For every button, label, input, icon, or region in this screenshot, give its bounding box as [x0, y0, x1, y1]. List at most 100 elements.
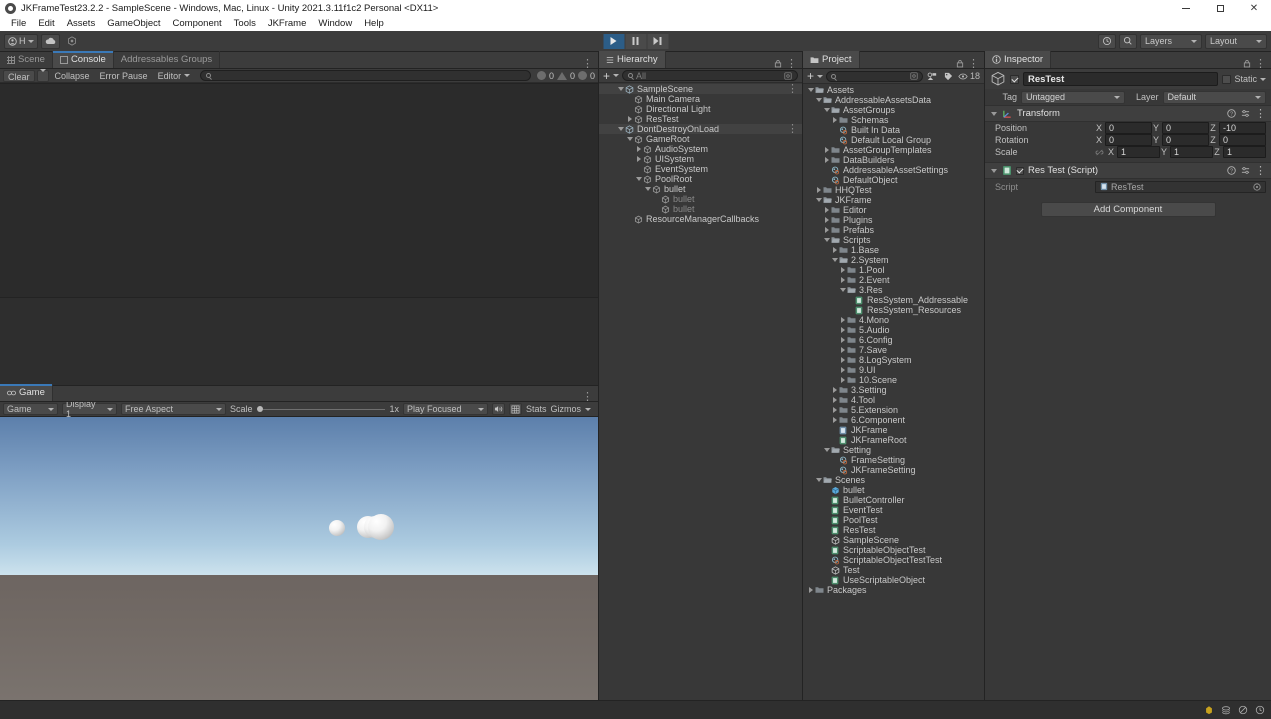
chevron-down-icon[interactable] [613, 74, 620, 77]
grid-button[interactable] [508, 403, 522, 415]
expand-arrow-icon[interactable] [815, 198, 823, 202]
expand-arrow-icon[interactable] [839, 367, 847, 373]
progress-icon[interactable] [1253, 704, 1266, 717]
expand-arrow-icon[interactable] [823, 217, 831, 223]
expand-arrow-icon[interactable] [839, 357, 847, 363]
expand-arrow-icon[interactable] [626, 137, 634, 141]
tree-row[interactable]: Test [803, 565, 984, 575]
preset-icon[interactable] [1241, 109, 1250, 118]
tree-row-scene[interactable]: DontDestroyOnLoad ⋮ [599, 124, 802, 135]
tree-row[interactable]: Scripts [803, 235, 984, 245]
expand-arrow-icon[interactable] [617, 127, 625, 131]
expand-arrow-icon[interactable] [815, 187, 823, 193]
display-dropdown[interactable]: Display 1 [62, 399, 117, 419]
tree-row[interactable]: JKFrameRoot [803, 435, 984, 445]
close-button[interactable]: ✕ [1237, 0, 1271, 17]
kebab-icon[interactable]: ⋮ [787, 84, 798, 95]
expand-arrow-icon[interactable] [807, 587, 815, 593]
pause-button[interactable] [625, 33, 646, 49]
expand-arrow-icon[interactable] [635, 177, 643, 181]
filter-save-icon[interactable] [784, 71, 792, 80]
expand-arrow-icon[interactable] [644, 187, 652, 191]
expand-arrow-icon[interactable] [839, 347, 847, 353]
object-name-input[interactable]: ResTest [1023, 72, 1219, 86]
minimize-button[interactable] [1169, 0, 1203, 17]
expand-arrow-icon[interactable] [617, 87, 625, 91]
add-component-button[interactable]: Add Component [1040, 202, 1216, 217]
tree-row[interactable]: 2.System [803, 255, 984, 265]
collapse-arrow-icon[interactable] [990, 112, 998, 116]
tree-row[interactable]: 8.LogSystem [803, 355, 984, 365]
tree-row[interactable]: ResTest [803, 525, 984, 535]
tree-row[interactable]: HHQTest [803, 185, 984, 195]
tree-row[interactable]: bullet [599, 194, 802, 204]
position-x-input[interactable]: 0 [1105, 122, 1152, 134]
expand-arrow-icon[interactable] [823, 448, 831, 452]
cloud-button[interactable] [40, 33, 60, 49]
tree-row[interactable]: PoolTest [803, 515, 984, 525]
hierarchy-tree[interactable]: SampleScene ⋮ Main Camera Directional Light… [599, 83, 802, 700]
tree-row[interactable]: JKFrame [803, 425, 984, 435]
tree-row[interactable]: FrameSetting [803, 455, 984, 465]
expand-arrow-icon[interactable] [839, 288, 847, 292]
chevron-down-icon[interactable] [585, 407, 591, 411]
position-z-input[interactable]: -10 [1219, 122, 1266, 134]
expand-arrow-icon[interactable] [815, 98, 823, 102]
kebab-icon[interactable]: ⋮ [787, 124, 798, 135]
collab-icon[interactable] [1202, 704, 1215, 717]
menu-item-component[interactable]: Component [167, 17, 228, 31]
expand-arrow-icon[interactable] [823, 227, 831, 233]
expand-arrow-icon[interactable] [635, 156, 643, 162]
create-button[interactable]: + [603, 70, 610, 82]
error-pause-toggle[interactable]: Error Pause [96, 70, 152, 82]
tree-row[interactable]: ResTest [599, 114, 802, 124]
aspect-dropdown[interactable]: Free Aspect [121, 403, 226, 415]
menu-item-gameobject[interactable]: GameObject [101, 17, 166, 31]
console-search-input[interactable] [200, 70, 531, 81]
static-checkbox[interactable] [1222, 74, 1232, 84]
tree-row[interactable]: AddressableAssetsData [803, 95, 984, 105]
expand-arrow-icon[interactable] [839, 337, 847, 343]
tab-console[interactable]: Console [52, 51, 114, 68]
script-enabled-checkbox[interactable] [1016, 166, 1024, 175]
tab-scene[interactable]: Scene [0, 51, 53, 68]
scale-slider[interactable] [256, 406, 386, 412]
tree-row[interactable]: bullet [599, 204, 802, 214]
tree-row[interactable]: 4.Tool [803, 395, 984, 405]
tab-inspector[interactable]: Inspector [985, 51, 1052, 68]
kebab-icon[interactable]: ⋮ [1255, 58, 1266, 69]
console-log-list[interactable] [0, 83, 598, 297]
transform-component-header[interactable]: Transform ? ⋮ [985, 105, 1271, 122]
tree-row[interactable]: Plugins [803, 215, 984, 225]
chevron-down-icon[interactable] [817, 74, 824, 78]
tree-row[interactable]: 4.Mono [803, 315, 984, 325]
label-filter-button[interactable] [942, 70, 955, 82]
tree-row[interactable]: 5.Audio [803, 325, 984, 335]
play-button[interactable] [603, 33, 624, 49]
expand-arrow-icon[interactable] [815, 478, 823, 482]
tree-row[interactable]: ResSystem_Addressable [803, 295, 984, 305]
rotation-y-input[interactable]: 0 [1162, 134, 1209, 146]
stats-button[interactable]: Stats [526, 404, 547, 414]
expand-arrow-icon[interactable] [823, 207, 831, 213]
editor-dropdown[interactable]: Editor [154, 70, 195, 82]
tree-row[interactable]: Default Local Group [803, 135, 984, 145]
menu-item-jkframe[interactable]: JKFrame [262, 17, 313, 31]
kebab-icon[interactable]: ⋮ [582, 59, 593, 70]
constrain-proportions-icon[interactable] [1095, 149, 1104, 156]
help-icon[interactable]: ? [1227, 166, 1236, 175]
expand-arrow-icon[interactable] [839, 277, 847, 283]
tab-hierarchy[interactable]: Hierarchy [599, 51, 666, 68]
object-picker-icon[interactable] [1253, 182, 1261, 191]
tree-row[interactable]: bullet [803, 485, 984, 495]
expand-arrow-icon[interactable] [823, 157, 831, 163]
tree-row[interactable]: DefaultObject [803, 175, 984, 185]
lock-icon[interactable] [774, 59, 782, 68]
expand-arrow-icon[interactable] [831, 117, 839, 123]
tree-row[interactable]: UseScriptableObject [803, 575, 984, 585]
expand-arrow-icon[interactable] [831, 247, 839, 253]
gizmos-button[interactable]: Gizmos [550, 404, 581, 414]
expand-arrow-icon[interactable] [831, 258, 839, 262]
tree-row[interactable]: Main Camera [599, 94, 802, 104]
collapse-arrow-icon[interactable] [990, 169, 998, 173]
